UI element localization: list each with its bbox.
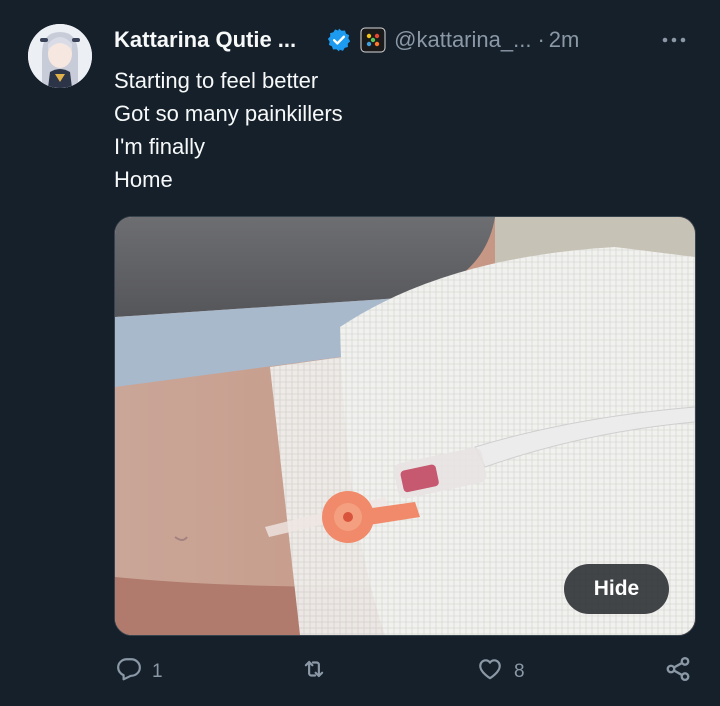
tweet-actions: 1 8 (114, 652, 694, 692)
separator-dot: · (537, 27, 545, 52)
tweet-line: Got so many painkillers (114, 101, 343, 126)
tweet-line: I'm finally (114, 134, 205, 159)
avatar[interactable] (28, 24, 92, 88)
share-icon (664, 655, 692, 689)
reply-icon (116, 656, 142, 688)
avatar-image (28, 24, 92, 88)
tweet-header: Kattarina Qutie ... @kattarina_... · 2m (114, 24, 696, 56)
tweet-text: Starting to feel better Got so many pain… (114, 64, 674, 196)
verified-badge-icon[interactable] (326, 27, 352, 53)
affiliate-badge-icon[interactable] (360, 27, 386, 53)
tweet-line: Starting to feel better (114, 68, 319, 93)
like-button[interactable]: 8 (476, 652, 525, 692)
reply-button[interactable]: 1 (116, 652, 163, 692)
more-icon[interactable] (656, 24, 692, 56)
like-count: 8 (514, 661, 525, 682)
hide-media-button[interactable]: Hide (564, 564, 669, 614)
share-button[interactable] (664, 652, 692, 692)
handle[interactable]: @kattarina_... (394, 27, 531, 53)
tweet-line: Home (114, 167, 173, 192)
timestamp[interactable]: 2m (549, 27, 580, 53)
reply-count: 1 (152, 661, 163, 682)
retweet-icon (300, 656, 328, 688)
like-icon (476, 656, 504, 688)
tweet-media[interactable]: Hide (114, 216, 696, 636)
tweet[interactable]: Kattarina Qutie ... @kattarina_... · 2m (0, 0, 720, 706)
display-name[interactable]: Kattarina Qutie ... (114, 27, 296, 53)
retweet-button[interactable] (300, 652, 328, 692)
